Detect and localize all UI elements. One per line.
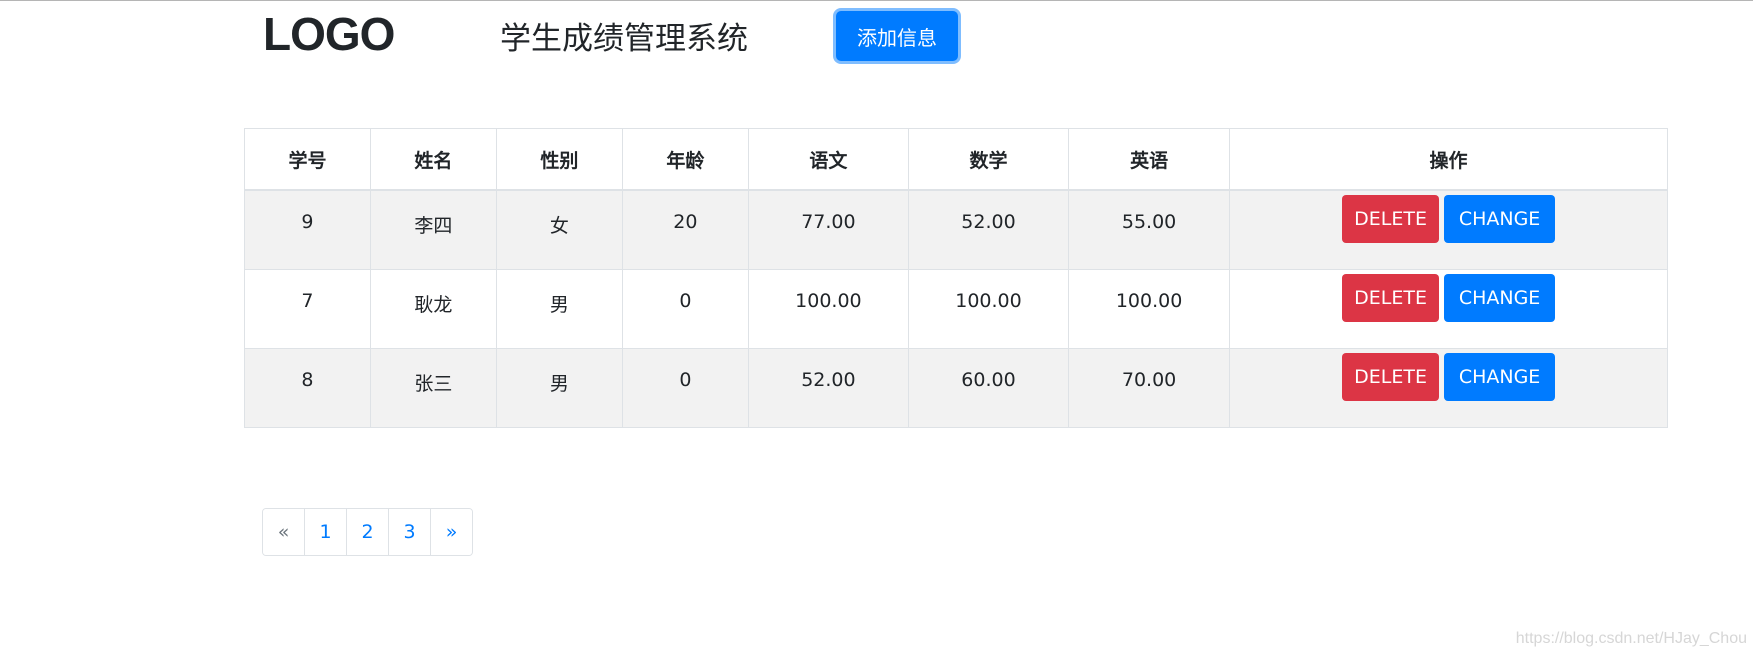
row-actions: DELETE CHANGE xyxy=(1230,270,1667,322)
pagination-page-3[interactable]: 3 xyxy=(388,509,430,555)
watermark: https://blog.csdn.net/HJay_Chou xyxy=(1515,630,1747,647)
pagination-page-2[interactable]: 2 xyxy=(346,509,388,555)
pagination-page-1[interactable]: 1 xyxy=(304,509,346,555)
cell-age-text: 0 xyxy=(679,369,692,391)
delete-button[interactable]: DELETE xyxy=(1342,353,1440,401)
cell-chinese-text: 52.00 xyxy=(801,369,856,391)
cell-chinese-text: 77.00 xyxy=(801,211,856,233)
cell-actions: DELETE CHANGE xyxy=(1229,189,1668,270)
cell-id-text: 8 xyxy=(301,369,314,391)
cell-chinese: 77.00 xyxy=(747,189,909,270)
cell-name: 张三 xyxy=(369,348,497,428)
column-header-actions: 操作 xyxy=(1229,128,1668,191)
pagination-prev[interactable]: « xyxy=(263,509,304,555)
column-header-id: 学号 xyxy=(244,128,371,191)
table-row: 8 张三 男 0 52.00 60.00 70.00 DELETE CHANGE xyxy=(244,348,1668,428)
pagination: « 1 2 3 » xyxy=(262,508,473,556)
delete-button[interactable]: DELETE xyxy=(1342,195,1440,243)
cell-gender-text: 男 xyxy=(549,373,569,395)
cell-age: 0 xyxy=(621,269,749,349)
cell-math: 52.00 xyxy=(907,189,1070,270)
page-title: 学生成绩管理系统 xyxy=(500,21,748,57)
change-button[interactable]: CHANGE xyxy=(1444,195,1556,243)
cell-english: 55.00 xyxy=(1068,189,1231,270)
cell-id-text: 9 xyxy=(301,211,314,233)
add-info-button[interactable]: 添加信息 xyxy=(836,11,958,61)
cell-id: 9 xyxy=(244,189,371,270)
cell-age: 0 xyxy=(621,348,749,428)
change-button[interactable]: CHANGE xyxy=(1444,274,1556,322)
column-header-age: 年龄 xyxy=(621,128,749,191)
cell-name-text: 耿龙 xyxy=(414,294,453,316)
table-row: 7 耿龙 男 0 100.00 100.00 100.00 DELETE CHA… xyxy=(244,269,1668,349)
cell-name: 耿龙 xyxy=(369,269,497,349)
cell-age-text: 20 xyxy=(673,211,698,233)
cell-name-text: 张三 xyxy=(414,373,453,395)
cell-chinese: 52.00 xyxy=(747,348,909,428)
logo: LOGO xyxy=(263,8,395,60)
row-actions: DELETE CHANGE xyxy=(1230,191,1667,243)
column-header-english: 英语 xyxy=(1068,128,1231,191)
row-actions: DELETE CHANGE xyxy=(1230,349,1667,401)
cell-id: 8 xyxy=(244,348,371,428)
cell-id-text: 7 xyxy=(301,290,314,312)
cell-english: 100.00 xyxy=(1068,269,1231,349)
cell-english: 70.00 xyxy=(1068,348,1231,428)
cell-english-text: 55.00 xyxy=(1121,211,1177,233)
cell-id: 7 xyxy=(244,269,371,349)
cell-actions: DELETE CHANGE xyxy=(1229,269,1668,349)
table-header-row: 学号 姓名 性别 年龄 语文 数学 英语 操作 xyxy=(244,128,1668,191)
cell-english-text: 70.00 xyxy=(1121,369,1177,391)
cell-gender: 男 xyxy=(495,269,623,349)
cell-math-text: 52.00 xyxy=(961,211,1016,233)
cell-age-text: 0 xyxy=(679,290,692,312)
cell-chinese: 100.00 xyxy=(747,269,909,349)
cell-english-text: 100.00 xyxy=(1115,290,1183,312)
cell-gender: 男 xyxy=(495,348,623,428)
table-row: 9 李四 女 20 77.00 52.00 55.00 DELETE CHANG… xyxy=(244,189,1668,270)
column-header-chinese: 语文 xyxy=(747,128,909,191)
cell-name: 李四 xyxy=(369,189,497,270)
pagination-next[interactable]: » xyxy=(430,509,472,555)
cell-math-text: 100.00 xyxy=(955,290,1022,312)
cell-math-text: 60.00 xyxy=(961,369,1016,391)
cell-gender-text: 女 xyxy=(549,215,569,237)
cell-name-text: 李四 xyxy=(414,215,453,237)
column-header-math: 数学 xyxy=(907,128,1070,191)
cell-age: 20 xyxy=(621,189,749,270)
cell-gender-text: 男 xyxy=(549,294,569,316)
cell-gender: 女 xyxy=(495,189,623,270)
change-button[interactable]: CHANGE xyxy=(1444,353,1556,401)
cell-math: 100.00 xyxy=(907,269,1070,349)
student-table: 学号 姓名 性别 年龄 语文 数学 英语 操作 9 李四 女 20 77.00 … xyxy=(244,128,1668,428)
cell-actions: DELETE CHANGE xyxy=(1229,348,1668,428)
column-header-name: 姓名 xyxy=(369,128,497,191)
delete-button[interactable]: DELETE xyxy=(1342,274,1440,322)
column-header-gender: 性别 xyxy=(495,128,623,191)
cell-chinese-text: 100.00 xyxy=(795,290,862,312)
cell-math: 60.00 xyxy=(907,348,1070,428)
